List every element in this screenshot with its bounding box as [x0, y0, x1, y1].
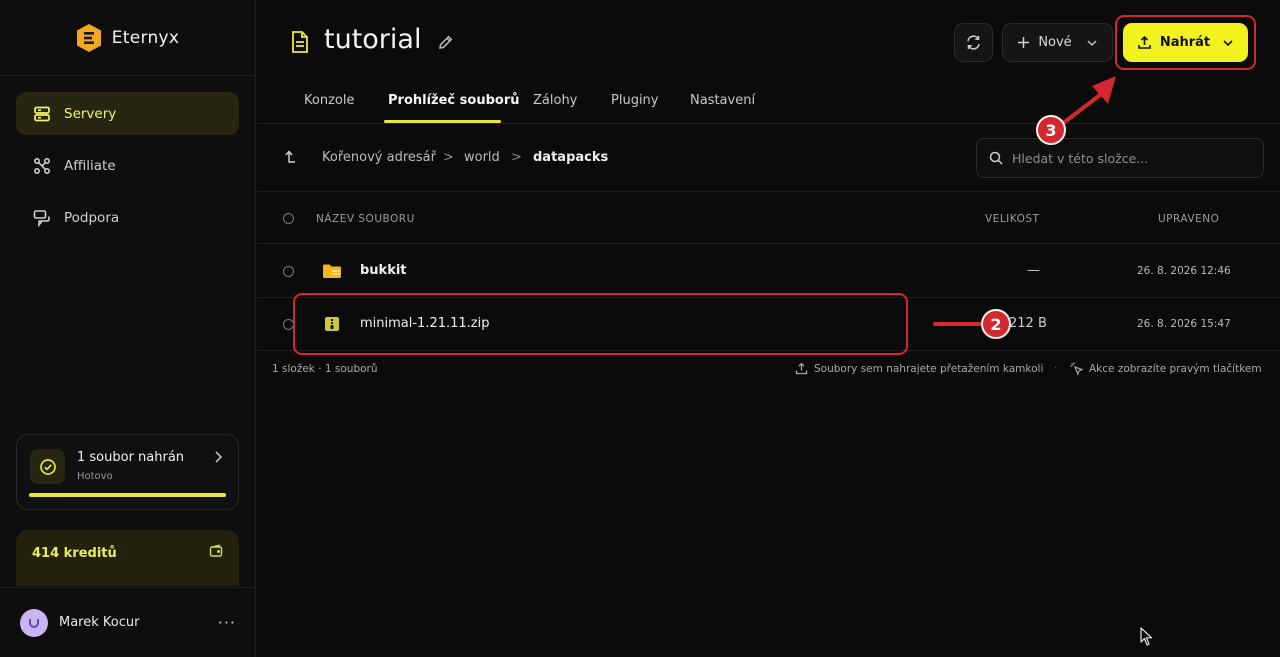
sidebar-item-servery[interactable]: Servery: [16, 92, 239, 135]
file-annotation-box: [293, 293, 908, 355]
sidebar-item-podpora[interactable]: Podpora: [16, 196, 239, 239]
right-click-hint-text: Akce zobrazíte pravým tlačítkem: [1089, 362, 1262, 375]
breadcrumb-separator: >: [443, 150, 454, 165]
refresh-icon: [967, 35, 980, 50]
upload-status-title: 1 soubor nahrán: [77, 450, 185, 465]
wallet-icon: [209, 544, 223, 557]
document-icon: [292, 31, 308, 53]
chevron-down-icon: [1087, 39, 1097, 46]
select-all-radio[interactable]: [283, 213, 294, 224]
brand[interactable]: Eternyx: [0, 0, 255, 76]
sidebar-nav: Servery Affiliate Podpora: [0, 76, 255, 264]
brand-name: Eternyx: [111, 27, 180, 48]
breadcrumb-root[interactable]: Kořenový adresář: [322, 150, 436, 165]
tab-bar: Konzole Prohlížeč souborů Zálohy Pluginy…: [257, 76, 1280, 124]
mouse-cursor-icon: [1140, 627, 1153, 646]
column-size[interactable]: VELIKOST: [985, 213, 1039, 225]
tab-nastaveni[interactable]: Nastavení: [690, 93, 755, 108]
new-button[interactable]: Nové: [1002, 23, 1113, 62]
table-row[interactable]: bukkit — 26. 8. 2026 12:46: [257, 245, 1280, 298]
user-profile[interactable]: Marek Kocur ···: [0, 587, 256, 657]
row-select-radio[interactable]: [283, 266, 294, 277]
breadcrumb-separator: >: [511, 150, 522, 165]
upload-icon: [1138, 35, 1151, 49]
sidebar-item-affiliate[interactable]: Affiliate: [16, 144, 239, 187]
annotation-badge-3: 3: [1036, 115, 1066, 145]
sidebar-item-label: Affiliate: [64, 157, 116, 174]
column-name[interactable]: NÁZEV SOUBORU: [316, 213, 415, 225]
file-size: 212 B: [1009, 316, 1047, 331]
sidebar-item-label: Servery: [64, 105, 117, 122]
new-button-label: Nové: [1038, 35, 1072, 50]
tab-file-browser[interactable]: Prohlížeč souborů: [388, 93, 519, 108]
credits-card[interactable]: 414 kreditů: [16, 530, 239, 586]
footer-separator: ·: [1054, 362, 1058, 374]
plus-icon: [1018, 37, 1030, 48]
chat-icon: [33, 209, 50, 227]
more-options-icon[interactable]: ···: [218, 613, 236, 632]
tab-zalohy[interactable]: Zálohy: [533, 93, 577, 108]
upload-button-label: Nahrát: [1159, 35, 1211, 50]
network-icon: [33, 157, 51, 174]
status-footer: 1 složek · 1 souborů Soubory sem nahraje…: [257, 350, 1280, 386]
drag-hint: Soubory sem nahrajete přetažením kamkoli: [795, 362, 1043, 375]
annotation-arrow: [1060, 76, 1116, 126]
file-name[interactable]: bukkit: [360, 263, 407, 278]
table-header: NÁZEV SOUBORU VELIKOST UPRAVENO: [257, 192, 1280, 244]
refresh-button[interactable]: [954, 23, 993, 62]
right-click-hint: Akce zobrazíte pravým tlačítkem: [1070, 362, 1262, 375]
file-size: —: [1027, 263, 1040, 278]
edit-pencil-icon[interactable]: [437, 34, 454, 51]
drag-hint-text: Soubory sem nahrajete přetažením kamkoli: [814, 362, 1044, 375]
page-header: tutorial Nové Nahrát: [257, 0, 1280, 76]
avatar: [20, 608, 48, 637]
breadcrumb: Kořenový adresář > world > datapacks: [257, 124, 1280, 192]
column-modified[interactable]: UPRAVENO: [1158, 213, 1219, 225]
upload-progress-bar: [29, 493, 226, 497]
upload-status-card[interactable]: 1 soubor nahrán Hotovo: [16, 434, 239, 510]
sidebar: Eternyx Servery Affiliate Podpora 1 soub…: [0, 0, 256, 657]
tab-konzole[interactable]: Konzole: [304, 93, 354, 108]
folder-summary: 1 složek · 1 souborů: [272, 363, 378, 375]
annotation-badge-2: 2: [981, 309, 1011, 339]
search-box[interactable]: [976, 138, 1264, 178]
sparkle-cursor-icon: [1070, 362, 1083, 375]
sidebar-item-label: Podpora: [64, 209, 120, 226]
folder-icon: [323, 264, 341, 278]
eternyx-logo-icon: [76, 23, 101, 52]
chevron-right-icon: [215, 451, 223, 463]
upload-icon: [795, 362, 808, 375]
breadcrumb-world[interactable]: world: [464, 150, 500, 165]
search-input[interactable]: [1012, 150, 1242, 166]
credits-label: 414 kreditů: [32, 546, 117, 561]
search-icon: [989, 151, 1003, 165]
arrow-up-icon[interactable]: [283, 149, 297, 167]
file-modified: 26. 8. 2026 12:46: [1137, 265, 1231, 277]
file-modified: 26. 8. 2026 15:47: [1137, 318, 1231, 330]
active-tab-indicator: [384, 120, 501, 123]
user-name: Marek Kocur: [59, 615, 140, 630]
chevron-down-icon: [1223, 39, 1233, 46]
breadcrumb-current: datapacks: [533, 150, 609, 165]
server-icon: [34, 106, 50, 121]
tab-pluginy[interactable]: Pluginy: [611, 93, 659, 108]
upload-status-subtitle: Hotovo: [77, 471, 113, 482]
upload-button[interactable]: Nahrát: [1123, 23, 1248, 62]
check-circle-icon: [30, 449, 65, 484]
page-title: tutorial: [324, 24, 422, 55]
annotation-pointer-line: [933, 322, 985, 326]
